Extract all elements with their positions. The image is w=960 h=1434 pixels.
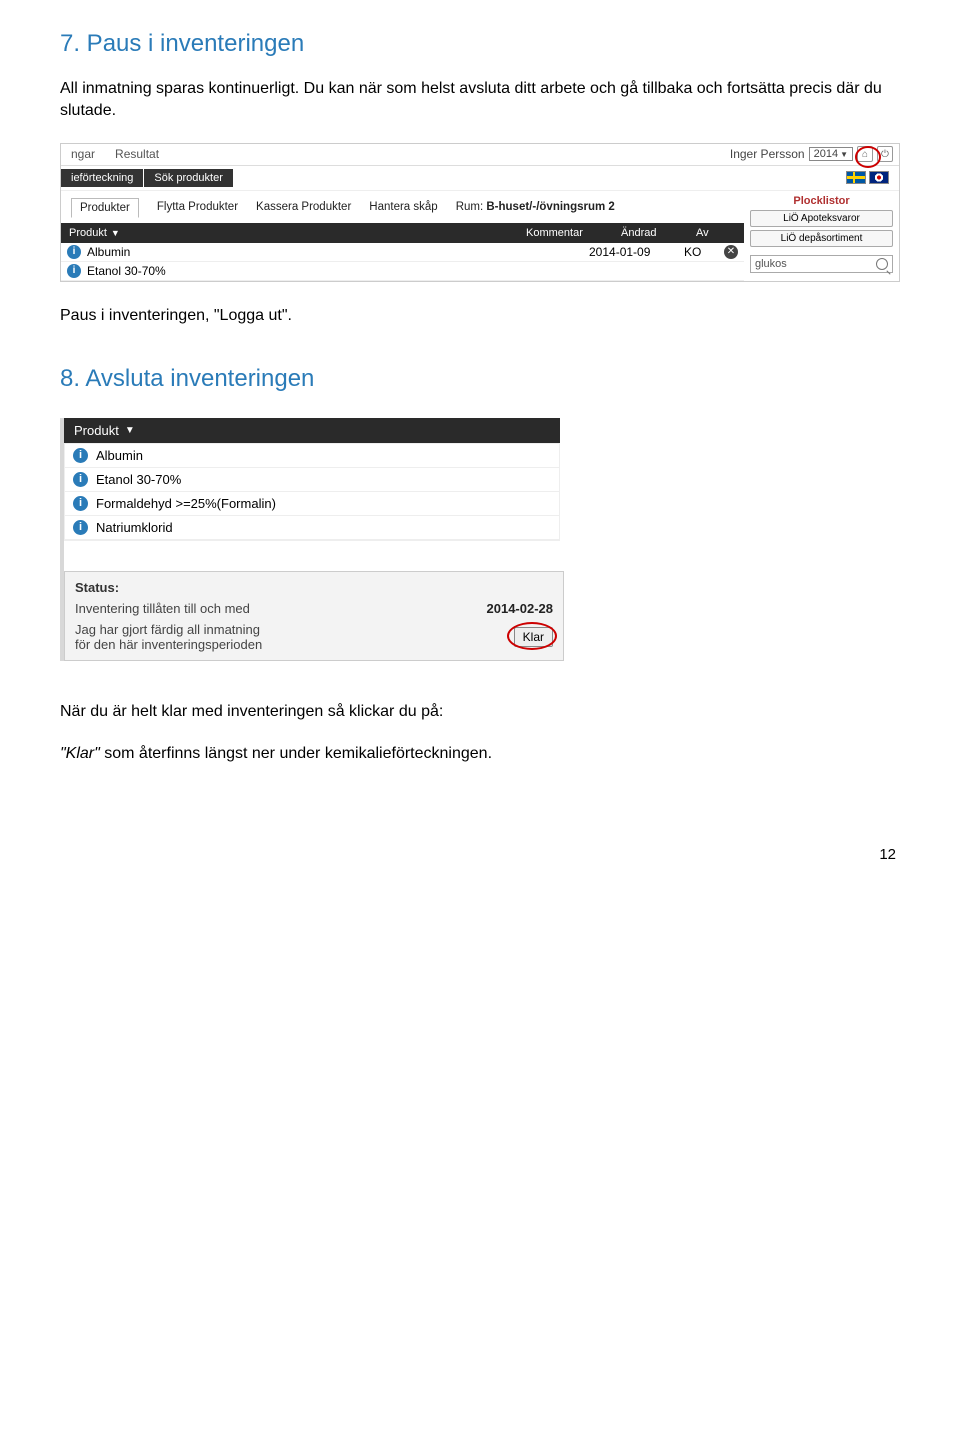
tab-flytta[interactable]: Flytta Produkter xyxy=(157,201,238,213)
status-done-text: Jag har gjort färdig all inmatning för d… xyxy=(75,622,262,652)
search-input[interactable] xyxy=(755,258,872,270)
paragraph-intro: All inmatning sparas kontinuerligt. Du k… xyxy=(60,78,900,123)
rum-label: Rum: B-huset/-/övningsrum 2 xyxy=(456,201,615,213)
rum-value: B-huset/-/övningsrum 2 xyxy=(486,201,614,213)
info-icon[interactable]: i xyxy=(67,264,81,278)
page-number: 12 xyxy=(60,846,900,863)
annotation-circle-klar xyxy=(507,622,557,650)
list-item[interactable]: i Natriumklorid xyxy=(65,516,559,540)
year-value: 2014 xyxy=(814,148,838,160)
heading-8: 8. Avsluta inventeringen xyxy=(60,365,900,393)
search-box[interactable] xyxy=(750,255,893,273)
col-kommentar[interactable]: Kommentar xyxy=(526,227,621,239)
product-name: Albumin xyxy=(96,448,143,463)
status-till-label: Inventering tillåten till och med xyxy=(75,601,250,616)
row-av: KO xyxy=(684,245,724,259)
sub-tabs: Produkter Flytta Produkter Kassera Produ… xyxy=(61,191,744,223)
sort-down-icon: ▼ xyxy=(125,425,135,436)
status-till-date: 2014-02-28 xyxy=(487,601,554,616)
heading-7: 7. Paus i inventeringen xyxy=(60,30,900,58)
pill-apoteksvaror[interactable]: LiÖ Apoteksvaror xyxy=(750,210,893,227)
col-produkt[interactable]: Produkt▼ xyxy=(69,227,526,239)
product-list-header[interactable]: Produkt ▼ xyxy=(64,418,560,443)
col-produkt-label: Produkt xyxy=(74,423,119,438)
annotation-circle-logout xyxy=(855,146,881,168)
grey-tab-förteckning[interactable]: ieförteckning xyxy=(61,169,143,187)
top-tabs-bar: ngar Resultat Inger Persson 2014 ▼ ⌂ ⏻ xyxy=(61,144,899,166)
product-name: Etanol 30-70% xyxy=(87,264,603,278)
grey-tab-sök[interactable]: Sök produkter xyxy=(144,169,232,187)
caption-paus: Paus i inventeringen, "Logga ut". xyxy=(60,307,900,325)
info-icon[interactable]: i xyxy=(73,472,88,487)
list-item[interactable]: i Albumin xyxy=(65,444,559,468)
paragraph-klar-1: När du är helt klar med inventeringen så… xyxy=(60,701,900,723)
table-row[interactable]: i Albumin 2014-01-09 KO ✕ xyxy=(61,243,744,262)
info-icon[interactable]: i xyxy=(73,520,88,535)
paragraph-klar-2: "Klar" som återfinns längst ner under ke… xyxy=(60,743,900,765)
flag-uk-icon[interactable] xyxy=(869,171,889,184)
tab-produkter[interactable]: Produkter xyxy=(71,198,139,218)
pill-depåsortiment[interactable]: LiÖ depåsortiment xyxy=(750,230,893,247)
col-av[interactable]: Av xyxy=(696,227,736,239)
product-name: Natriumklorid xyxy=(96,520,173,535)
list-item[interactable]: i Etanol 30-70% xyxy=(65,468,559,492)
info-icon[interactable]: i xyxy=(73,448,88,463)
tab-hantera[interactable]: Hantera skåp xyxy=(369,201,437,213)
list-item[interactable]: i Formaldehyd >=25%(Formalin) xyxy=(65,492,559,516)
row-date: 2014-01-09 xyxy=(589,245,684,259)
search-icon[interactable] xyxy=(876,258,888,270)
product-name: Albumin xyxy=(87,245,589,259)
right-panel: Plocklistor LiÖ Apoteksvaror LiÖ depåsor… xyxy=(744,191,899,277)
table-header: Produkt▼ Kommentar Ändrad Av xyxy=(61,223,744,243)
table-row[interactable]: i Etanol 30-70% xyxy=(61,262,744,281)
close-icon[interactable]: ✕ xyxy=(724,245,738,259)
user-name: Inger Persson xyxy=(730,147,805,161)
product-name: Formaldehyd >=25%(Formalin) xyxy=(96,496,276,511)
sort-down-icon: ▼ xyxy=(111,228,120,238)
flag-sweden-icon[interactable] xyxy=(846,171,866,184)
top-tab-ngar[interactable]: ngar xyxy=(61,147,105,161)
tab-kassera[interactable]: Kassera Produkter xyxy=(256,201,351,213)
col-andrad[interactable]: Ändrad xyxy=(621,227,696,239)
screenshot-2: Produkt ▼ i Albumin i Etanol 30-70% i Fo… xyxy=(60,418,560,661)
chevron-down-icon: ▼ xyxy=(840,150,848,159)
info-icon[interactable]: i xyxy=(73,496,88,511)
plocklistor-title: Plocklistor xyxy=(750,195,893,207)
status-label: Status: xyxy=(75,580,553,595)
year-select[interactable]: 2014 ▼ xyxy=(809,147,853,161)
top-tab-resultat[interactable]: Resultat xyxy=(105,147,169,161)
secondary-bar: ieförteckning Sök produkter xyxy=(61,166,899,190)
product-name: Etanol 30-70% xyxy=(96,472,181,487)
info-icon[interactable]: i xyxy=(67,245,81,259)
klar-italic: "Klar" xyxy=(60,745,100,762)
screenshot-1: ngar Resultat Inger Persson 2014 ▼ ⌂ ⏻ i… xyxy=(60,143,900,282)
status-box: Status: Inventering tillåten till och me… xyxy=(64,571,564,661)
